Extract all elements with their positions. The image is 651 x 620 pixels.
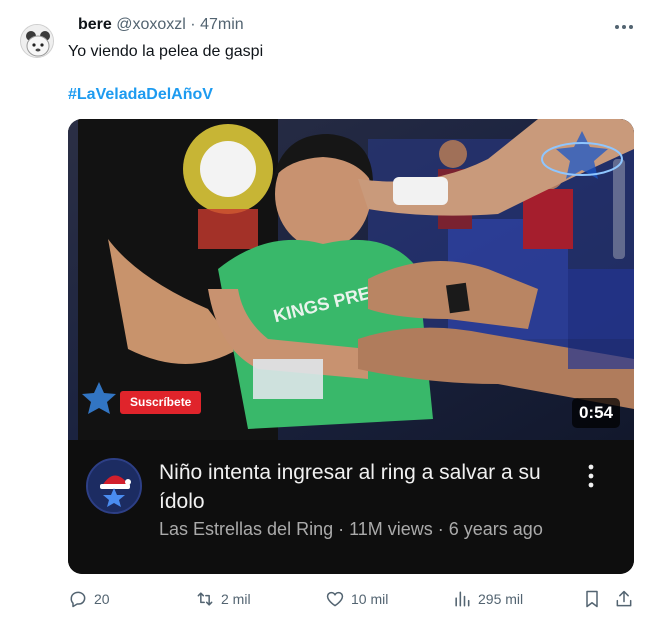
video-meta: Las Estrellas del Ring · 11M views · 6 y… (159, 519, 543, 539)
reply-icon (70, 591, 86, 608)
video-options-icon[interactable] (583, 462, 599, 490)
video-info-panel: Niño intenta ingresar al ring a salvar a… (68, 440, 634, 574)
reply-button[interactable]: 20 (68, 589, 110, 609)
bookmark-button[interactable] (582, 589, 602, 609)
video-duration: 0:54 (571, 398, 620, 428)
like-count: 10 mil (351, 591, 389, 607)
video-title[interactable]: Niño intenta ingresar al ring a salvar a… (159, 458, 579, 516)
more-icon[interactable] (612, 16, 636, 38)
views-count: 295 mil (478, 591, 524, 607)
hashtag-link[interactable]: #LaVeladaDelAñoV (68, 86, 213, 104)
channel-watermark-logo (538, 129, 626, 189)
user-avatar[interactable] (20, 24, 54, 58)
video-thumbnail[interactable]: KINGS PRE Suscríbete 0:54 (68, 119, 634, 440)
user-handle[interactable]: @xoxoxzl (116, 16, 186, 33)
subscribe-overlay-button: Suscríbete (120, 391, 202, 414)
youtube-video-card[interactable]: KINGS PRE Suscríbete 0:54 Niño intenta i… (68, 119, 634, 574)
views-button[interactable]: 295 mil (452, 589, 523, 609)
repost-count: 2 mil (221, 591, 251, 607)
tweet-header: bere @xoxoxzl · 47min (78, 16, 244, 34)
views-icon (455, 591, 470, 607)
tweet-actions-bar: 20 2 mil 10 mil 295 mil (0, 589, 651, 613)
separator: · (190, 16, 196, 33)
display-name[interactable]: bere (78, 16, 112, 33)
share-button[interactable] (614, 589, 634, 609)
corner-logo (76, 381, 122, 417)
heart-icon (326, 591, 344, 607)
bookmark-icon (586, 590, 598, 608)
reply-count: 20 (94, 591, 110, 607)
repost-button[interactable]: 2 mil (195, 589, 251, 609)
share-icon (616, 590, 632, 607)
channel-avatar[interactable] (86, 458, 142, 514)
repost-icon (197, 592, 213, 606)
like-button[interactable]: 10 mil (325, 589, 388, 609)
tweet-text: Yo viendo la pelea de gaspi (68, 43, 264, 60)
tweet-time[interactable]: 47min (200, 16, 244, 33)
